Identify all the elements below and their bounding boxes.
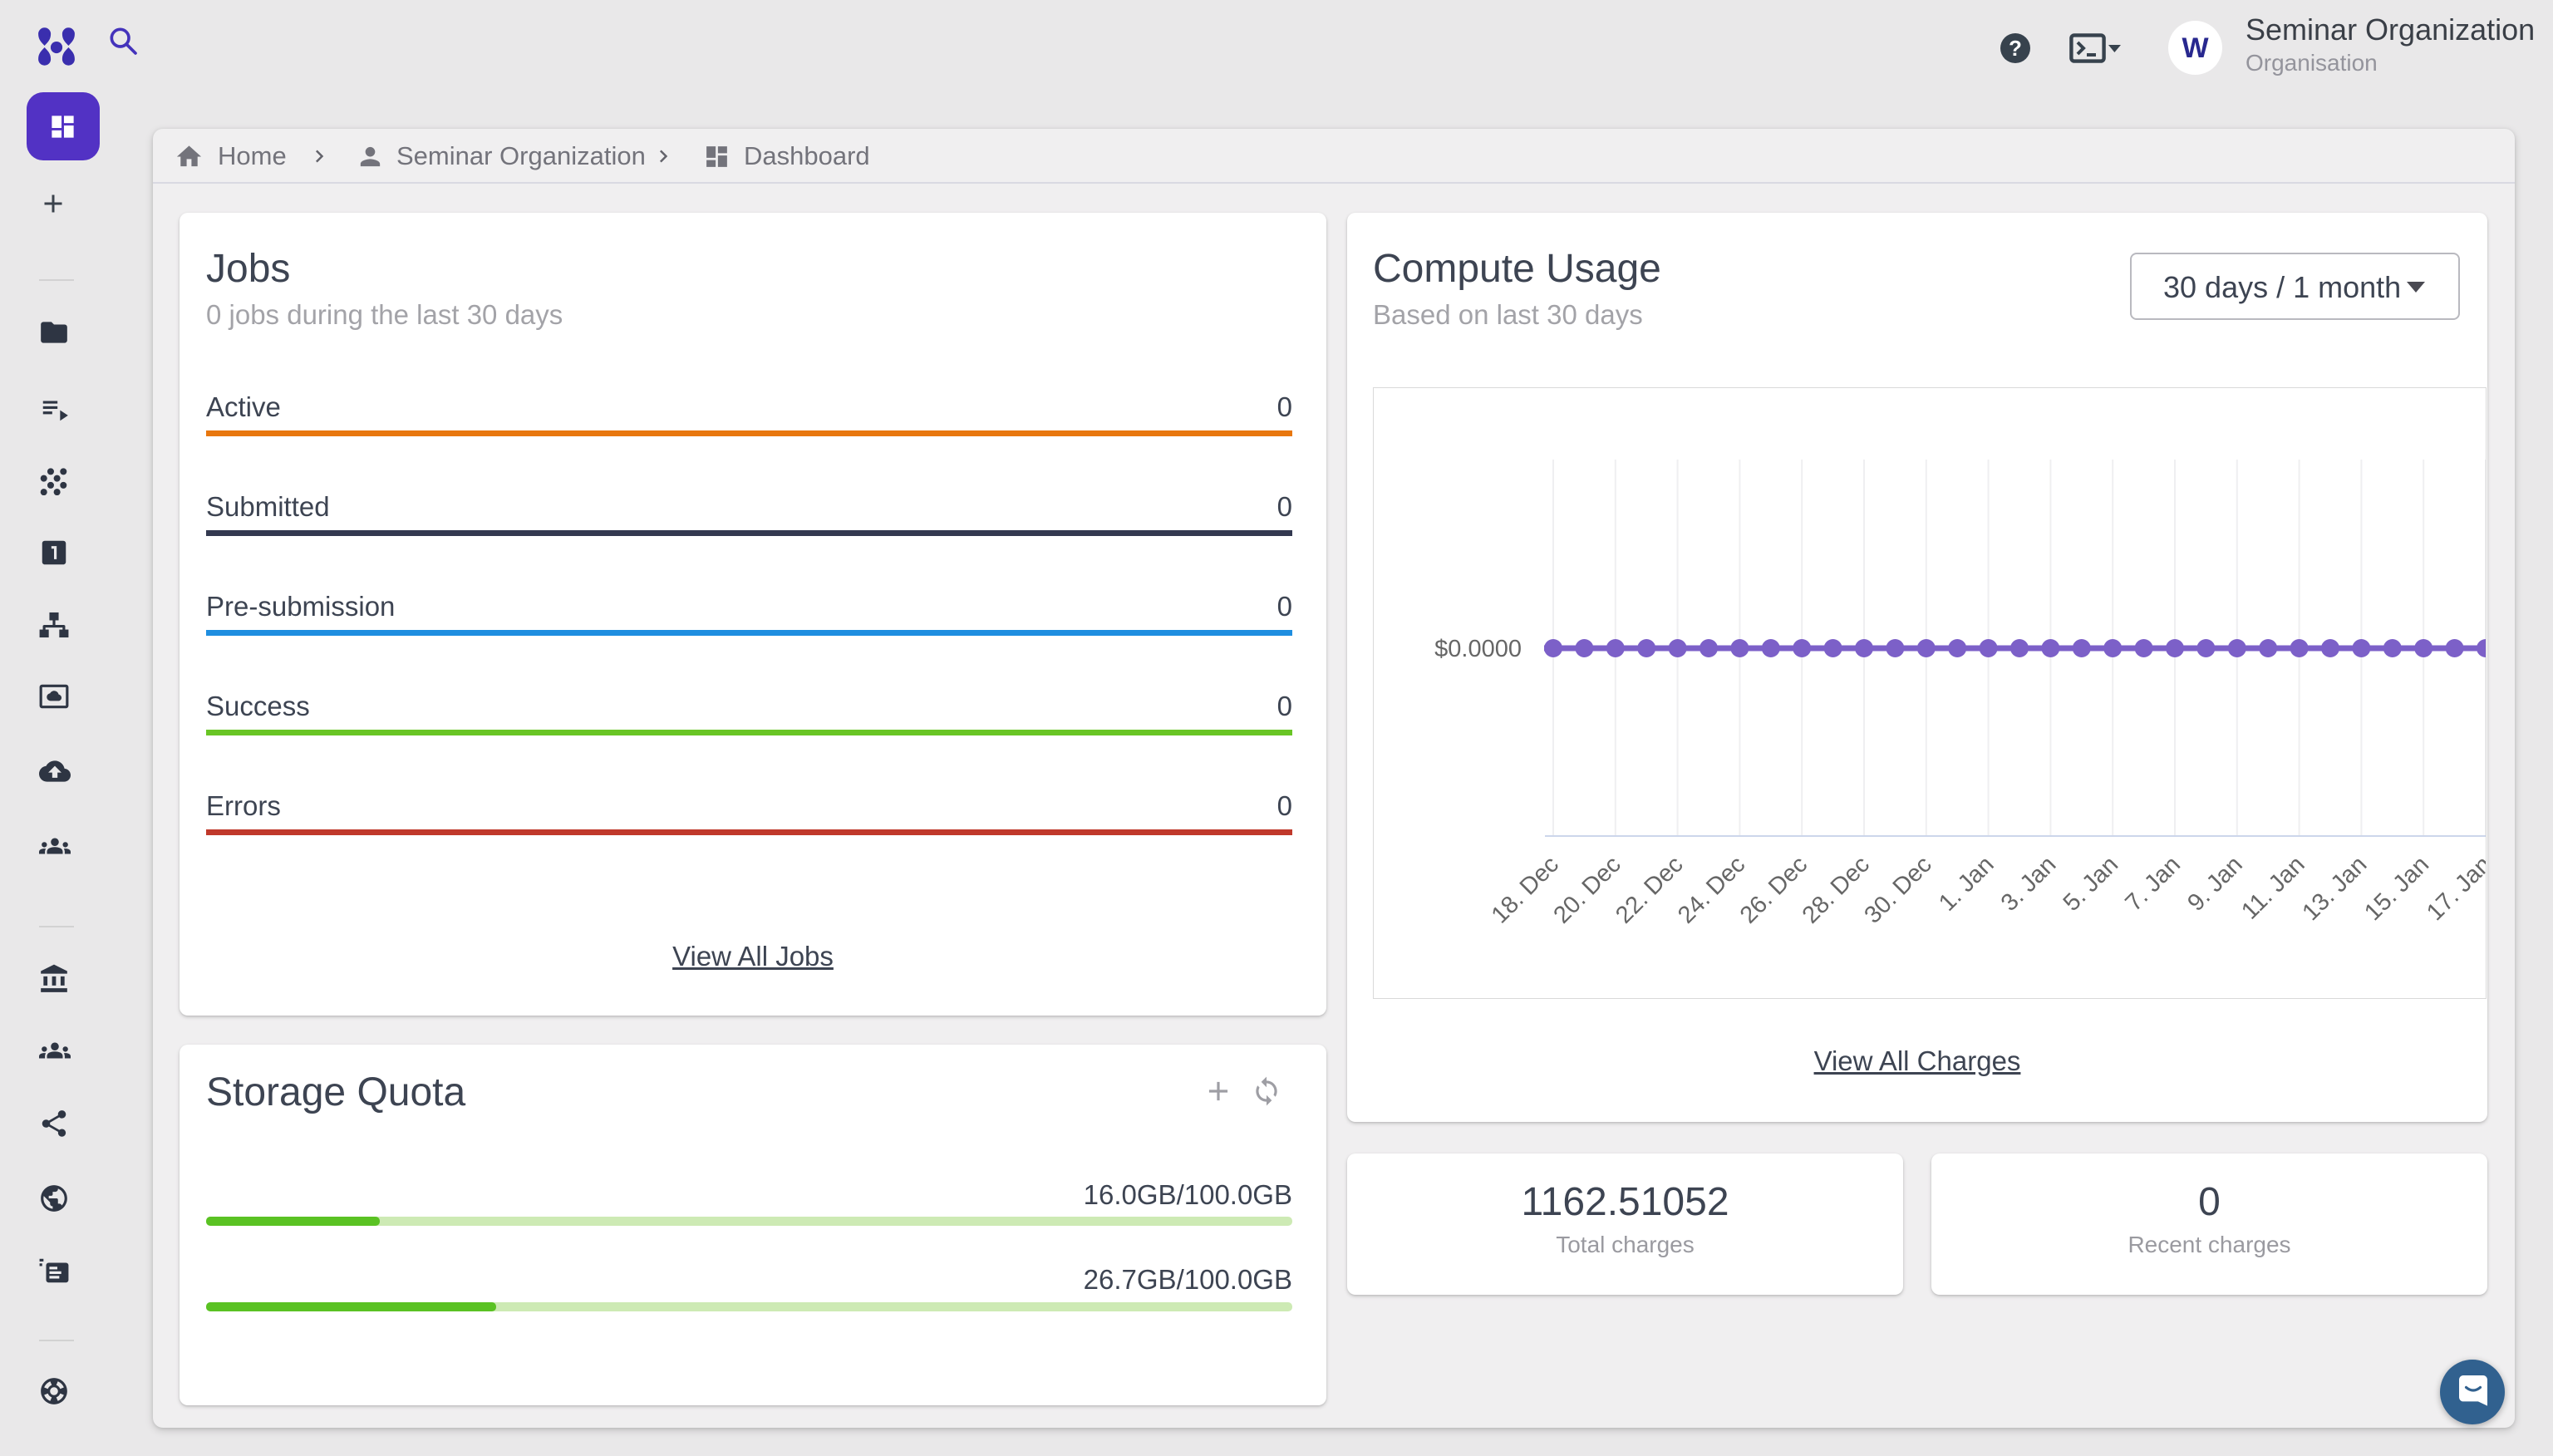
svg-text:20. Dec: 20. Dec [1548,851,1626,928]
svg-text:5. Jan: 5. Jan [2059,851,2123,916]
svg-text:22. Dec: 22. Dec [1611,851,1688,928]
svg-text:30. Dec: 30. Dec [1859,851,1936,928]
svg-text:7. Jan: 7. Jan [2120,851,2185,916]
svg-text:17. Jan: 17. Jan [2422,851,2487,926]
svg-text:28. Dec: 28. Dec [1798,851,1875,928]
svg-text:26. Dec: 26. Dec [1735,851,1813,928]
svg-text:15. Jan: 15. Jan [2359,851,2434,926]
svg-text:24. Dec: 24. Dec [1673,851,1750,928]
svg-text:3. Jan: 3. Jan [1996,851,2061,916]
svg-text:11. Jan: 11. Jan [2236,851,2310,924]
svg-text:$0.0000: $0.0000 [1434,636,1522,662]
svg-text:1. Jan: 1. Jan [1934,851,1999,916]
svg-text:18. Dec: 18. Dec [1487,851,1564,928]
svg-text:13. Jan: 13. Jan [2297,851,2372,926]
